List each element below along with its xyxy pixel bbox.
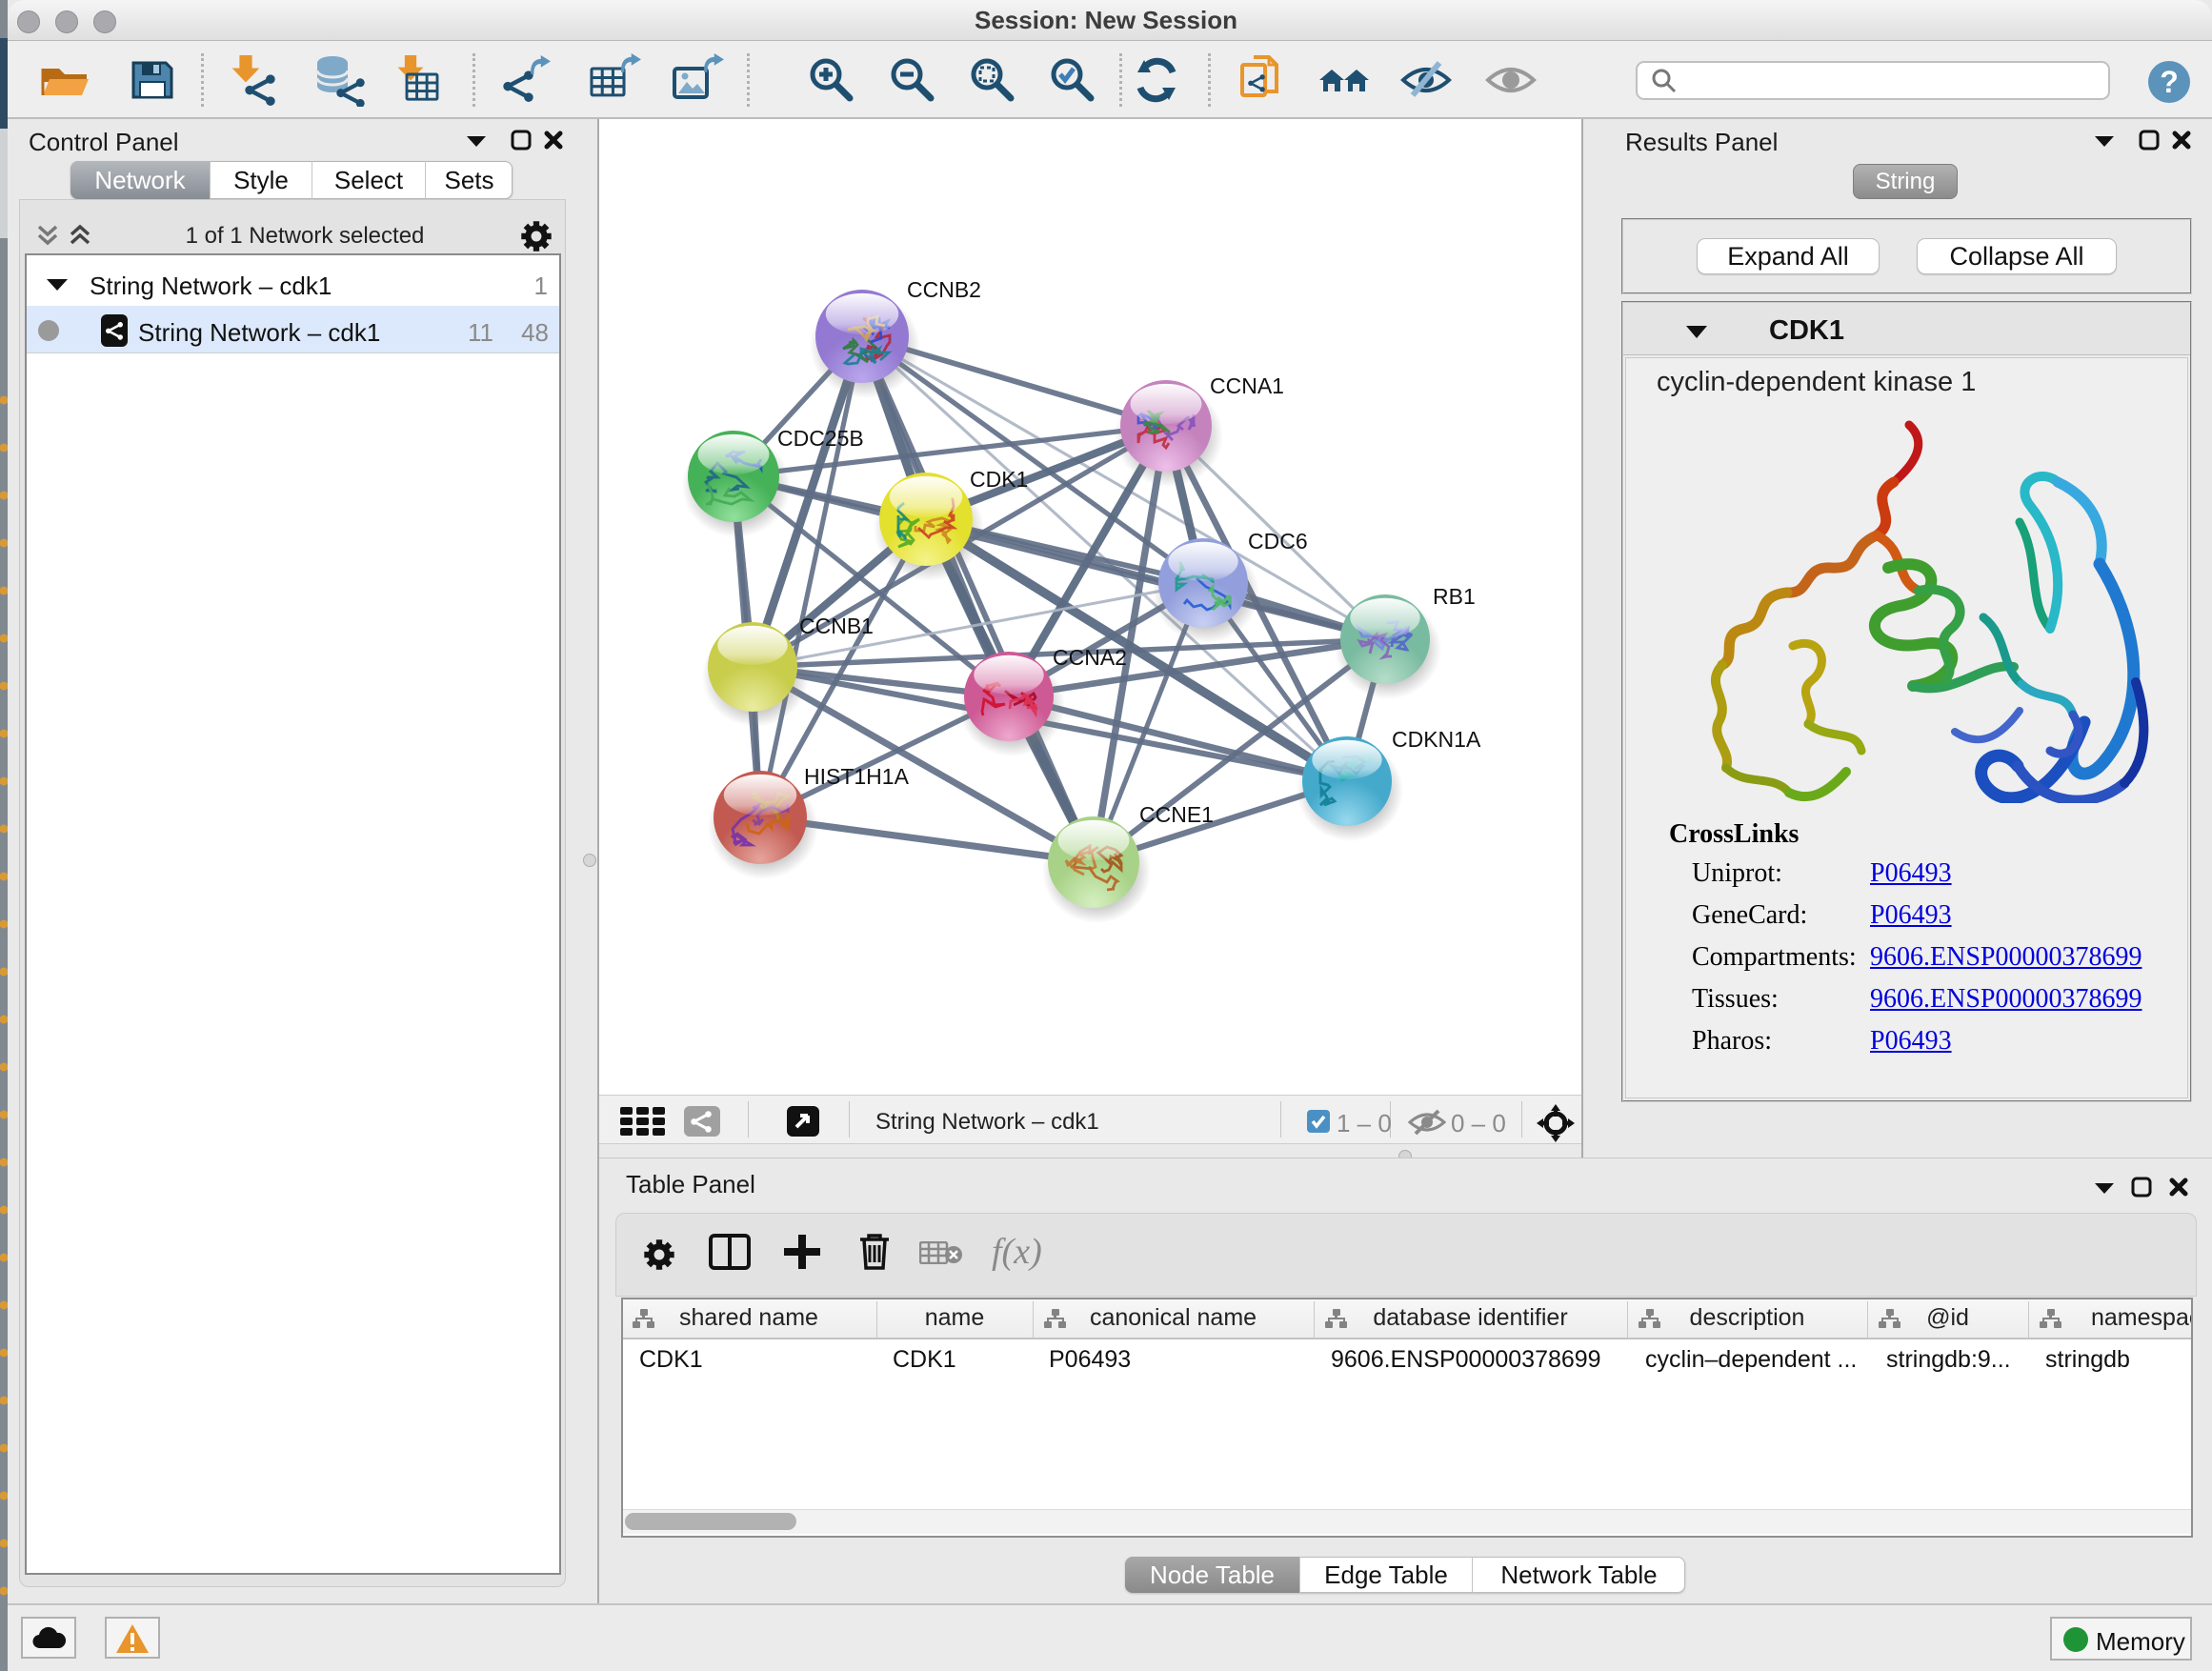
svg-text:CDK1: CDK1 [970, 467, 1028, 492]
svg-text:CCNA1: CCNA1 [1210, 373, 1284, 398]
svg-text:CCNB1: CCNB1 [799, 614, 874, 638]
svg-text:CDC25B: CDC25B [777, 426, 864, 451]
svg-text:CCNA2: CCNA2 [1053, 645, 1127, 670]
svg-text:HIST1H1A: HIST1H1A [804, 764, 910, 789]
svg-text:CDC6: CDC6 [1248, 529, 1308, 554]
svg-text:RB1: RB1 [1433, 584, 1476, 609]
svg-text:CCNE1: CCNE1 [1139, 802, 1214, 827]
svg-text:CDKN1A: CDKN1A [1392, 727, 1481, 752]
svg-text:CCNB2: CCNB2 [907, 277, 981, 302]
